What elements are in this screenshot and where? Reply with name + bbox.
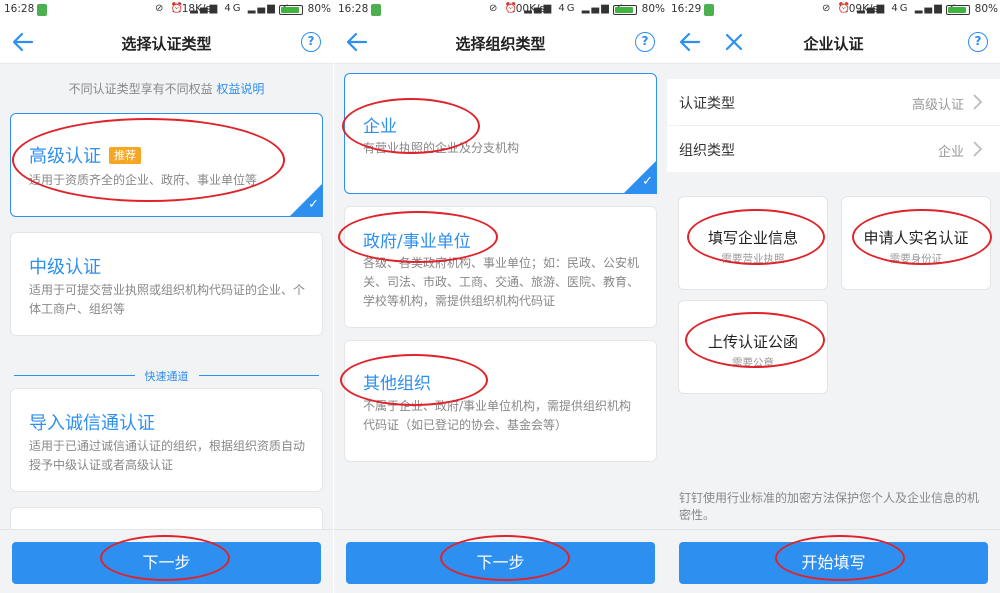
row-label: 组织类型	[679, 143, 735, 159]
status-icons: ⊘ ⏰ ▂▄▆ 4G ▂▄▆ ⚡	[154, 3, 291, 14]
network-type: 4G	[891, 3, 910, 14]
notification-icon	[37, 4, 47, 16]
status-time: 16:28	[338, 3, 369, 15]
option-title: 申请人实名认证	[863, 229, 969, 247]
row-org-type[interactable]: 组织类型 企业	[667, 126, 1000, 172]
option-title: 填写企业信息	[707, 229, 798, 247]
screen-select-auth-type: 16:28 3.18K/s ⊘ ⏰ ▂▄▆ 4G ▂▄▆ ⚡ 80% 选择认证类…	[0, 0, 333, 593]
rights-hint: 不同认证类型享有不同权益 权益说明	[0, 80, 333, 97]
card-title: 导入诚信通认证	[29, 413, 155, 434]
screen-enterprise-auth: 16:29 0.09K/s ⊘ ⏰ ▂▄▆ 4G ▂▄▆ ⚡ 80% 企业认证 …	[667, 0, 1000, 593]
nav-bar: 企业认证 ?	[667, 20, 1000, 64]
card-title: 政府/事业单位	[363, 232, 471, 252]
rights-link[interactable]: 权益说明	[216, 82, 264, 96]
card-desc: 有营业执照的企业及分支机构	[363, 141, 520, 155]
card-desc: 适用于资质齐全的企业、政府、事业单位等	[29, 173, 258, 187]
card-desc: 各级、各类政府机构、事业单位；如：民政、公安机关、司法、市政、工商、交通、旅游、…	[363, 256, 640, 308]
help-icon[interactable]: ?	[301, 32, 321, 52]
card-title: 高级认证 推荐	[29, 142, 141, 168]
card-desc: 不属于企业、政府/事业单位机构，需提供组织机构代码证（如已登记的协会、基金会等）	[363, 399, 632, 432]
card-title: 企业	[363, 117, 397, 137]
status-bar: 16:29 0.09K/s ⊘ ⏰ ▂▄▆ 4G ▂▄▆ ⚡ 80%	[667, 0, 1000, 20]
hint-text: 不同认证类型享有不同权益	[68, 82, 213, 96]
status-time: 16:28	[4, 3, 35, 15]
security-note: 钉钉使用行业标准的加密方法保护您个人及企业信息的机密性。	[679, 491, 980, 522]
battery-icon	[946, 5, 970, 15]
battery-icon	[279, 5, 303, 15]
row-value: 高级认证	[911, 98, 964, 113]
card-title: 其他组织	[363, 374, 431, 394]
notification-icon	[371, 4, 381, 16]
status-icons: ⊘ ⏰ ▂▄▆ 4G ▂▄▆ ⚡	[821, 3, 958, 14]
status-bar: 16:28 0.00K/s ⊘ ⏰ ▂▄▆ 4G ▂▄▆ ⚡ 80%	[334, 0, 667, 20]
check-icon[interactable]: ✓	[642, 174, 653, 189]
battery-percent: 80%	[974, 3, 998, 15]
card-other-org[interactable]: 其他组织 不属于企业、政府/事业单位机构，需提供组织机构代码证（如已登记的协会、…	[344, 340, 657, 462]
card-intermediate-auth[interactable]: 中级认证 适用于可提交营业执照或组织机构代码证的企业、个体工商户、组织等	[10, 232, 323, 336]
status-icons: ⊘ ⏰ ▂▄▆ 4G ▂▄▆ ⚡	[488, 3, 625, 14]
option-subtitle: 需要身份证	[889, 253, 943, 265]
recommend-badge: 推荐	[109, 147, 141, 164]
start-button[interactable]: 开始填写	[679, 542, 988, 584]
option-applicant-verification[interactable]: 申请人实名认证 需要身份证	[841, 196, 991, 290]
screen-select-org-type: 16:28 0.00K/s ⊘ ⏰ ▂▄▆ 4G ▂▄▆ ⚡ 80% 选择组织类…	[334, 0, 667, 593]
page-title: 选择组织类型	[455, 35, 546, 53]
next-button[interactable]: 下一步	[346, 542, 655, 584]
nav-bar: 选择组织类型 ?	[334, 20, 667, 64]
option-upload-letter[interactable]: 上传认证公函 需要公章	[678, 300, 828, 394]
card-desc: 适用于已通过诚信通认证的组织，根据组织资质自动授予中级认证或者高级认证	[29, 439, 306, 472]
quick-channel-divider: 快速通道	[14, 367, 319, 384]
footer-bar: 下一步	[334, 529, 667, 593]
card-title-text: 高级认证	[29, 146, 101, 167]
option-subtitle: 需要公章	[732, 357, 774, 369]
network-type: 4G	[224, 3, 243, 14]
row-label: 认证类型	[679, 96, 735, 112]
row-value: 企业	[937, 145, 964, 160]
card-enterprise[interactable]: 企业 有营业执照的企业及分支机构 ✓	[344, 73, 657, 194]
card-import-credit-auth[interactable]: 导入诚信通认证 适用于已通过诚信通认证的组织，根据组织资质自动授予中级认证或者高…	[10, 388, 323, 492]
nav-bar: 选择认证类型 ?	[0, 20, 333, 64]
help-icon[interactable]: ?	[635, 32, 655, 52]
footer-bar: 下一步	[0, 529, 333, 593]
card-government[interactable]: 政府/事业单位 各级、各类政府机构、事业单位；如：民政、公安机关、司法、市政、工…	[344, 206, 657, 328]
page-title: 选择认证类型	[121, 35, 212, 53]
notification-icon	[704, 4, 714, 16]
check-icon: ✓	[308, 197, 319, 212]
option-title: 上传认证公函	[707, 333, 798, 351]
card-title: 中级认证	[29, 257, 101, 278]
page-title: 企业认证	[803, 35, 864, 53]
next-button[interactable]: 下一步	[12, 542, 321, 584]
battery-percent: 80%	[307, 3, 331, 15]
row-auth-type[interactable]: 认证类型 高级认证	[667, 79, 1000, 125]
card-desc: 适用于可提交营业执照或组织机构代码证的企业、个体工商户、组织等	[29, 283, 306, 316]
chevron-right-icon	[973, 141, 983, 157]
screenshot-stage: 16:28 3.18K/s ⊘ ⏰ ▂▄▆ 4G ▂▄▆ ⚡ 80% 选择认证类…	[0, 0, 1000, 593]
divider-label: 快速通道	[134, 368, 199, 384]
network-type: 4G	[558, 3, 577, 14]
option-subtitle: 需要营业执照	[721, 253, 785, 265]
status-bar: 16:28 3.18K/s ⊘ ⏰ ▂▄▆ 4G ▂▄▆ ⚡ 80%	[0, 0, 333, 20]
footer-bar: 开始填写	[667, 529, 1000, 593]
card-advanced-auth[interactable]: 高级认证 推荐 适用于资质齐全的企业、政府、事业单位等 ✓	[10, 113, 323, 217]
option-fill-company-info[interactable]: 填写企业信息 需要营业执照	[678, 196, 828, 290]
help-icon[interactable]: ?	[968, 32, 988, 52]
battery-percent: 80%	[641, 3, 665, 15]
chevron-right-icon	[973, 94, 983, 110]
status-time: 16:29	[671, 3, 702, 15]
battery-icon	[613, 5, 637, 15]
